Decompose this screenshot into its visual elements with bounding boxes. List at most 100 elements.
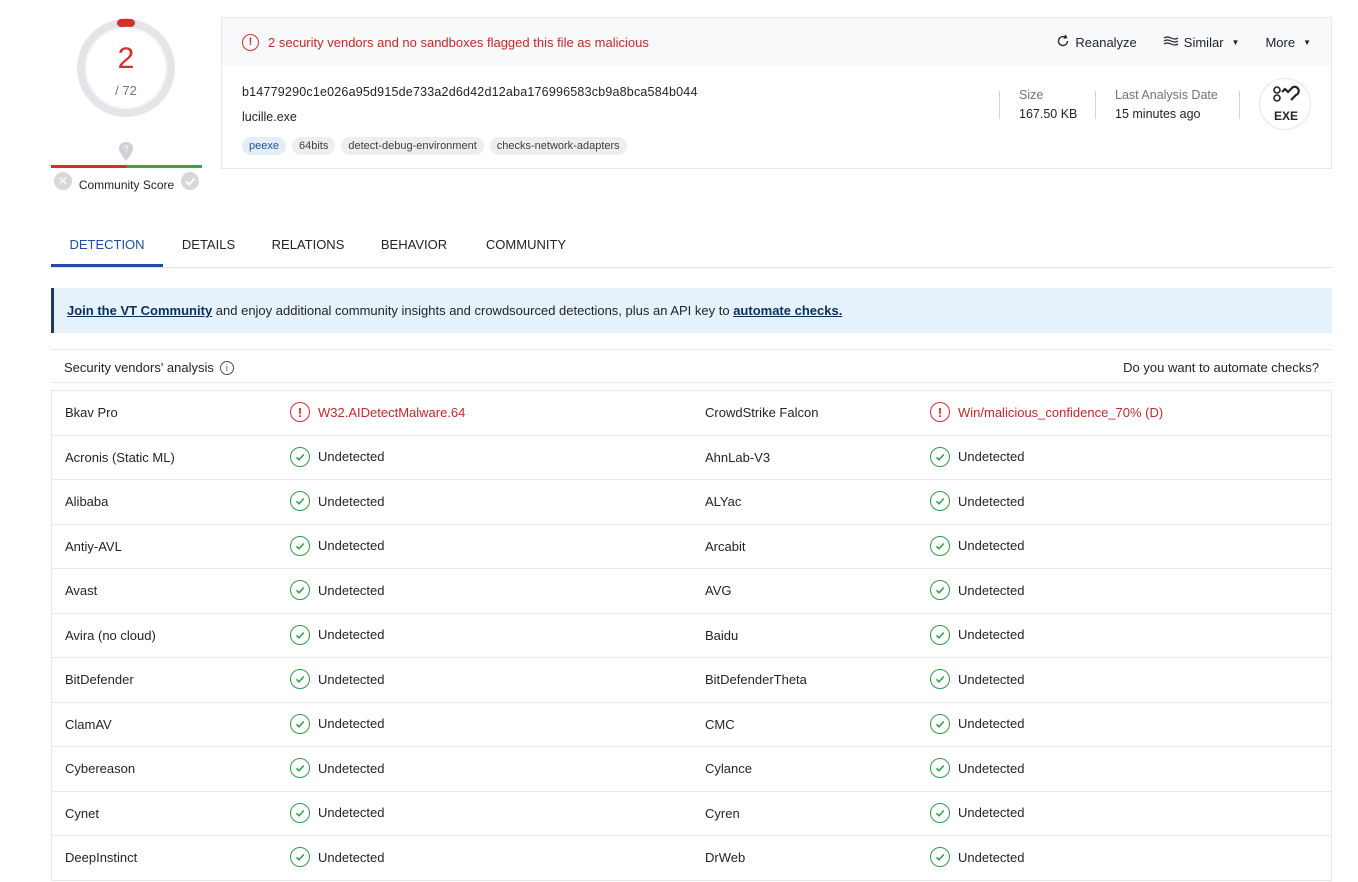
table-row: Cynet Undetected Cyren Undetected — [52, 792, 1331, 836]
vendor-name: AhnLab-V3 — [705, 449, 771, 465]
check-circle-icon — [290, 802, 310, 823]
result-label: Undetected — [958, 449, 1025, 464]
tab-relations[interactable]: RELATIONS — [263, 227, 353, 267]
tag-item[interactable]: peexe — [242, 137, 286, 155]
result-label: Undetected — [958, 805, 1025, 820]
detection-count: 2 — [117, 42, 135, 75]
check-circle-icon — [290, 446, 310, 467]
banner-text: and enjoy additional community insights … — [212, 303, 734, 318]
vendor-name: Baidu — [705, 627, 739, 643]
vendor-result: Undetected — [930, 713, 1025, 734]
vendor-name: Bkav Pro — [65, 405, 118, 420]
vendor-result: Undetected — [290, 802, 385, 823]
check-circle-icon — [930, 535, 950, 556]
check-circle-icon — [290, 758, 310, 778]
vendor-name: Acronis (Static ML) — [65, 449, 175, 465]
vendor-name: Avira (no cloud) — [65, 627, 156, 643]
similar-button[interactable]: Similar ▼ — [1163, 34, 1239, 50]
result-label: Undetected — [958, 716, 1025, 731]
size-value: 167.50 KB — [1019, 107, 1078, 121]
tab-bar: DETECTION DETAILS RELATIONS BEHAVIOR COM… — [51, 227, 1332, 268]
card-actions: Reanalyze Similar ▼ More ▼ — [1056, 18, 1311, 66]
last-analysis-value: 15 minutes ago — [1115, 107, 1201, 121]
table-row: Avira (no cloud) Undetected Baidu Undetecte… — [52, 614, 1331, 658]
divider — [999, 91, 1000, 119]
vendor-result: ! Win/malicious_confidence_70% (D) — [930, 402, 1163, 422]
result-label: Undetected — [958, 671, 1025, 687]
community-score-marker-icon: ? — [118, 141, 134, 168]
table-row: Acronis (Static ML) Undetected AhnLab-V3 Un… — [52, 436, 1331, 480]
size-label: Size — [1019, 88, 1044, 102]
vendor-analysis-header: Security vendors' analysis i Do you want… — [51, 349, 1332, 383]
community-score-label: Community Score — [78, 178, 175, 192]
vendor-results-table: Bkav Pro! W32.AIDetectMalware.64 CrowdStri… — [51, 390, 1332, 881]
vendor-result: Undetected — [290, 624, 385, 645]
vendor-result: Undetected — [290, 847, 385, 867]
result-label: Undetected — [318, 716, 385, 731]
tag-item[interactable]: detect-debug-environment — [341, 137, 484, 155]
alert-icon: ! — [242, 33, 259, 51]
result-label: Undetected — [958, 493, 1025, 509]
check-circle-icon — [930, 669, 950, 689]
vendor-result: Undetected — [930, 847, 1025, 867]
vendor-result: Undetected — [290, 535, 385, 556]
result-label: W32.AIDetectMalware.64 — [318, 404, 466, 420]
last-analysis-label: Last Analysis Date — [1115, 88, 1218, 102]
info-icon[interactable]: i — [219, 360, 234, 375]
vendor-result: Undetected — [930, 802, 1025, 823]
check-circle-icon — [290, 669, 310, 689]
check-circle-icon — [290, 491, 310, 511]
check-circle-icon — [930, 580, 950, 600]
card-header: ! 2 security vendors and no sandboxes fl… — [222, 18, 1331, 66]
vendor-result: Undetected — [930, 446, 1025, 467]
reanalyze-button[interactable]: Reanalyze — [1056, 34, 1137, 51]
join-community-link[interactable]: Join the VT Community — [67, 303, 212, 318]
check-circle-icon — [930, 713, 950, 734]
vendor-name: Alibaba — [65, 494, 109, 509]
tab-details[interactable]: DETAILS — [171, 227, 246, 267]
tab-community[interactable]: COMMUNITY — [476, 227, 576, 267]
check-circle-icon — [930, 847, 950, 867]
vendor-result: Undetected — [930, 624, 1025, 645]
result-label: Undetected — [318, 493, 385, 509]
automate-checks-link[interactable]: automate checks. — [733, 303, 842, 318]
vendor-name: Arcabit — [705, 538, 746, 554]
tag-item[interactable]: checks-network-adapters — [489, 137, 627, 155]
vote-harmless-icon[interactable] — [181, 172, 199, 190]
automate-checks-prompt[interactable]: Do you want to automate checks? — [1123, 360, 1319, 375]
more-button[interactable]: More ▼ — [1265, 35, 1311, 50]
more-label: More — [1265, 34, 1296, 50]
result-label: Undetected — [958, 760, 1025, 776]
detection-alert: 2 security vendors and no sandboxes flag… — [268, 34, 649, 50]
file-summary-card: ! 2 security vendors and no sandboxes fl… — [221, 17, 1332, 169]
tab-behavior[interactable]: BEHAVIOR — [371, 227, 457, 267]
similar-icon — [1163, 35, 1179, 50]
table-row: Antiy-AVL Undetected Arcabit Undetected — [52, 525, 1331, 569]
result-label: Undetected — [318, 671, 385, 687]
alert-icon: ! — [290, 402, 310, 422]
vendor-result: Undetected — [930, 535, 1025, 556]
vendor-name: Avast — [65, 583, 98, 598]
file-name: lucille.exe — [242, 110, 297, 124]
vendor-result: Undetected — [290, 758, 385, 778]
result-label: Undetected — [318, 582, 385, 598]
vendor-name: ALYac — [705, 494, 742, 509]
table-row: Cybereason Undetected Cylance Undetected — [52, 747, 1331, 792]
similar-label: Similar — [1183, 34, 1224, 50]
check-circle-icon — [290, 580, 310, 600]
file-hash[interactable]: b14779290c1e026a95d915de733a2d6d42d12aba… — [242, 85, 698, 99]
vendor-name: Cylance — [705, 761, 752, 776]
table-row: Avast Undetected AVG Undetected — [52, 569, 1331, 614]
vendor-name: Antiy-AVL — [65, 538, 122, 554]
result-label: Undetected — [958, 849, 1025, 865]
vendor-name: Cyren — [705, 805, 740, 821]
table-row: ClamAV Undetected CMC Undetected — [52, 703, 1331, 747]
vendor-result: Undetected — [290, 491, 385, 511]
vendor-result: Undetected — [290, 446, 385, 467]
check-circle-icon — [290, 847, 310, 867]
tab-detection[interactable]: DETECTION — [51, 227, 163, 267]
file-tags: peexe 64bits detect-debug-environment ch… — [242, 137, 627, 155]
tag-item[interactable]: 64bits — [291, 137, 336, 155]
divider — [1095, 91, 1096, 119]
chevron-down-icon: ▼ — [1303, 37, 1311, 47]
